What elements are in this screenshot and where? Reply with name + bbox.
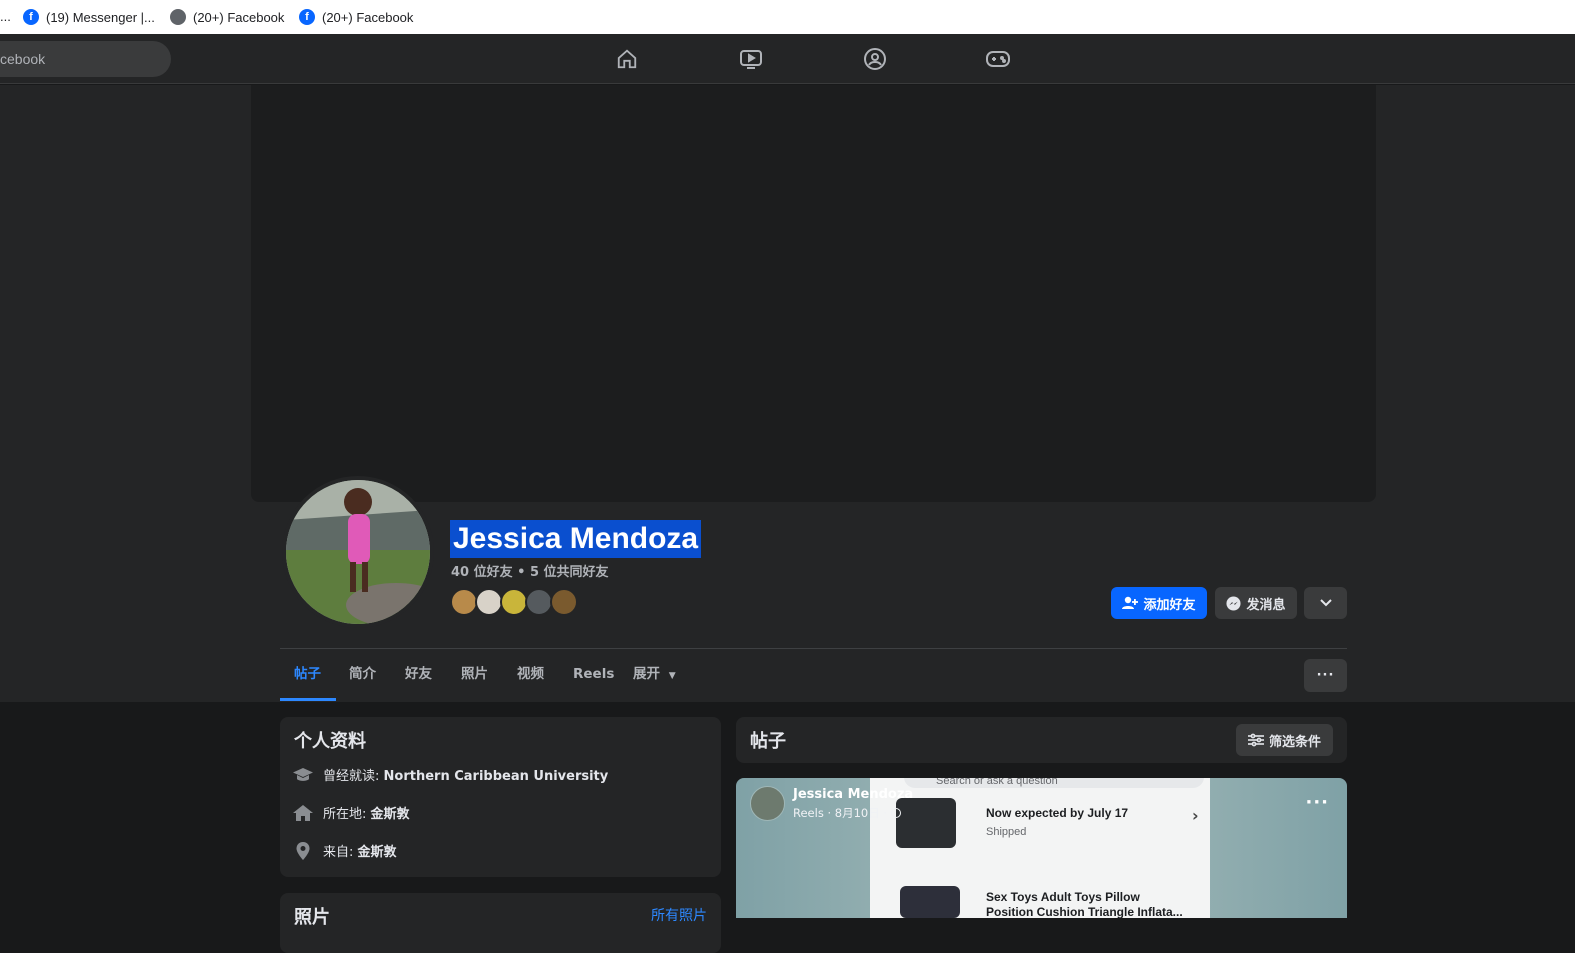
active-tab-indicator — [280, 698, 336, 701]
tab-posts[interactable]: 帖子 — [294, 662, 321, 698]
message-label: 发消息 — [1246, 597, 1286, 613]
tab-friends[interactable]: 好友 — [405, 662, 432, 698]
tabs-more-button[interactable]: ··· — [1304, 659, 1347, 692]
intro-education-label: 曾经就读: — [323, 769, 380, 784]
intro-title: 个人资料 — [294, 731, 366, 751]
bookmarks-bar: ... f (19) Messenger |... (20+) Facebook… — [0, 0, 1575, 34]
globe-icon — [170, 9, 186, 25]
message-button[interactable]: 发消息 — [1215, 587, 1297, 619]
photos-title: 照片 — [294, 907, 330, 927]
more-dots-icon: ··· — [1316, 668, 1335, 683]
tab-photos[interactable]: 照片 — [461, 662, 488, 698]
post-meta: Reels · 8月10日 · — [793, 805, 901, 821]
caret-down-icon: ▼ — [668, 671, 676, 681]
tab-more[interactable]: 展开 ▼ — [633, 662, 676, 698]
bookmark-facebook-1[interactable]: (20+) Facebook — [170, 9, 284, 25]
filter-button[interactable]: 筛选条件 — [1236, 724, 1333, 756]
profile-name: Jessica Mendoza — [450, 520, 702, 558]
education-icon — [293, 767, 313, 781]
bookmark-label: (20+) Facebook — [193, 9, 285, 25]
chevron-down-icon — [1319, 599, 1332, 607]
gaming-icon[interactable] — [984, 46, 1012, 72]
friend-avatar[interactable] — [450, 588, 478, 616]
intro-education-value[interactable]: Northern Caribbean University — [384, 769, 609, 784]
intro-city-label: 所在地: — [323, 807, 367, 822]
intro-hometown: 来自: 金斯敦 — [293, 841, 397, 860]
intro-current-city: 所在地: 金斯敦 — [293, 803, 410, 822]
shot-item1-title: Now expected by July 17 — [986, 806, 1129, 820]
post-meta-text: Reels · 8月10日 · — [793, 806, 888, 820]
filter-label: 筛选条件 — [1268, 734, 1321, 750]
top-navigation: cebook — [0, 34, 1575, 84]
profile-options-button[interactable] — [1304, 587, 1347, 619]
shot-item2-title-1: Sex Toys Adult Toys Pillow — [986, 890, 1140, 904]
bookmark-facebook-2[interactable]: f (20+) Facebook — [299, 9, 413, 25]
cover-photo[interactable] — [251, 85, 1376, 502]
shot-item1-sub: Shipped — [986, 826, 1027, 838]
video-icon[interactable] — [737, 46, 765, 72]
intro-hometown-value[interactable]: 金斯敦 — [358, 845, 397, 860]
pillow-product-image — [900, 886, 960, 918]
tab-reels[interactable]: Reels — [573, 662, 614, 698]
post-card[interactable]: Search or ask a question Now expected by… — [736, 778, 1347, 918]
bookmark-messenger[interactable]: f (19) Messenger |... — [23, 9, 155, 25]
post-media[interactable]: Search or ask a question Now expected by… — [870, 778, 1210, 918]
intro-hometown-label: 来自: — [323, 845, 354, 860]
friend-avatar[interactable] — [550, 588, 578, 616]
globe-icon — [890, 808, 901, 818]
groups-icon[interactable] — [861, 46, 889, 72]
all-photos-link[interactable]: 所有照片 — [651, 905, 707, 925]
post-author-avatar[interactable] — [750, 786, 785, 821]
friend-avatar[interactable] — [500, 588, 528, 616]
tab-videos[interactable]: 视频 — [517, 662, 544, 698]
add-friend-button[interactable]: 添加好友 — [1111, 587, 1207, 619]
posts-header-card: 帖子 筛选条件 — [736, 717, 1347, 763]
search-input[interactable]: cebook — [0, 41, 171, 77]
post-author-name[interactable]: Jessica Mendoza — [793, 787, 913, 802]
watch-product-image — [896, 798, 956, 848]
shot-item2-title-2: Position Cushion Triangle Inflata... — [986, 905, 1183, 918]
home-icon — [293, 804, 313, 821]
facebook-icon: f — [299, 9, 315, 25]
add-person-icon — [1122, 596, 1139, 609]
home-icon[interactable] — [613, 46, 641, 72]
bookmark-label: (19) Messenger |... — [46, 9, 155, 25]
tab-about[interactable]: 简介 — [349, 662, 376, 698]
post-options-button[interactable]: ··· — [1305, 792, 1329, 813]
filter-icon — [1247, 733, 1264, 747]
add-friend-label: 添加好友 — [1143, 597, 1196, 613]
intro-card: 个人资料 曾经就读: Northern Caribbean University… — [280, 717, 721, 877]
chevron-right-icon: › — [1192, 806, 1199, 825]
posts-title: 帖子 — [750, 731, 786, 751]
facebook-icon: f — [23, 9, 39, 25]
friend-avatar[interactable] — [525, 588, 553, 616]
intro-city-value[interactable]: 金斯敦 — [371, 807, 410, 822]
friends-summary[interactable]: 40 位好友 • 5 位共同好友 — [451, 561, 609, 580]
shot-search-bar: Search or ask a question — [904, 778, 1204, 788]
location-pin-icon — [296, 841, 310, 860]
bookmark-overflow[interactable]: ... — [0, 9, 11, 24]
bookmark-label: (20+) Facebook — [322, 9, 414, 25]
header-divider — [280, 648, 1347, 649]
messenger-icon — [1226, 595, 1242, 611]
profile-avatar[interactable] — [282, 476, 434, 628]
intro-education: 曾经就读: Northern Caribbean University — [293, 765, 608, 784]
tab-more-label: 展开 — [633, 666, 660, 682]
photos-card: 照片 所有照片 — [280, 893, 721, 953]
friend-avatar[interactable] — [475, 588, 503, 616]
